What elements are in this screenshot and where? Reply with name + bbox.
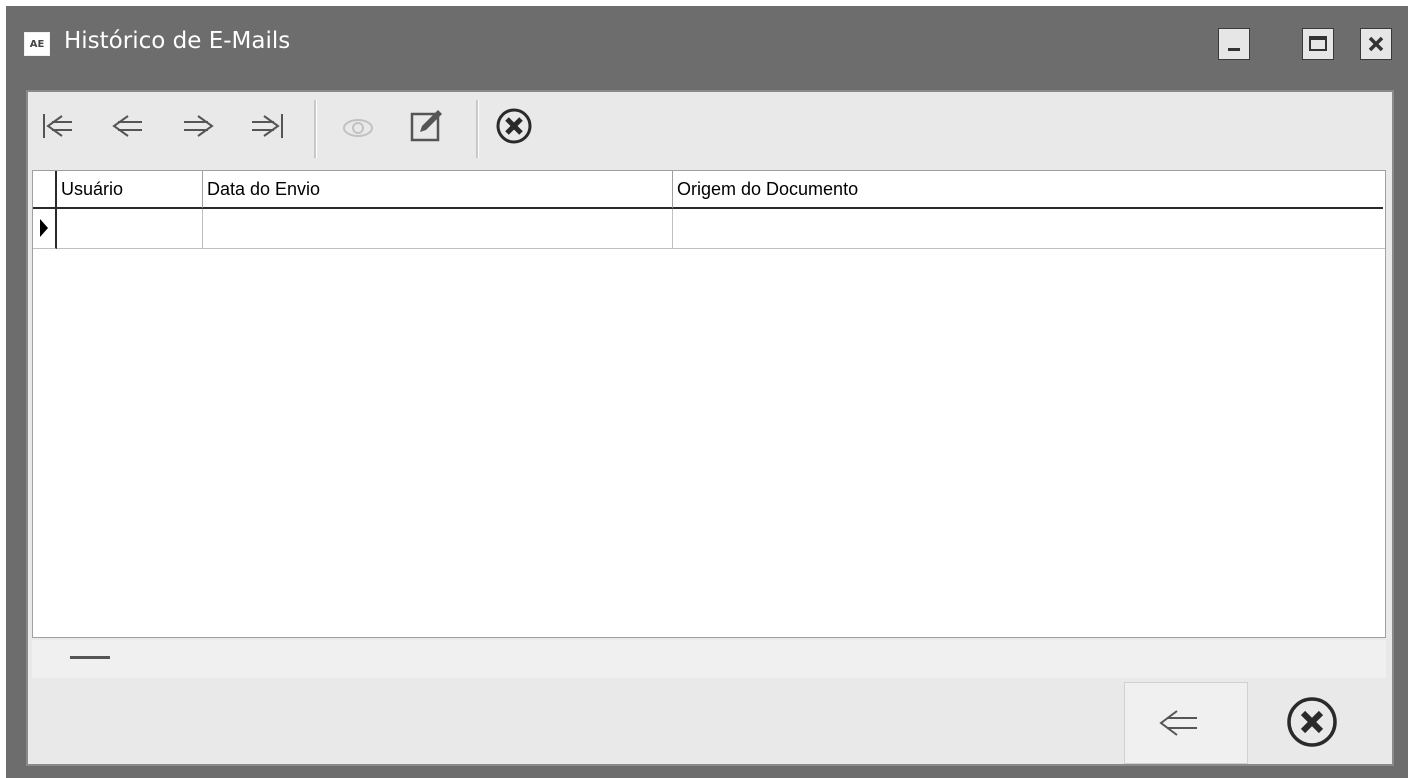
title-bar[interactable]: AE Histórico de E-Mails — [6, 6, 1408, 78]
first-arrow-icon — [43, 114, 72, 138]
column-header-data-envio[interactable]: Data do Envio — [203, 171, 673, 209]
toolbar — [28, 92, 1392, 168]
email-history-grid[interactable]: Usuário Data do Envio Origem do Document… — [32, 170, 1386, 638]
column-header-usuario[interactable]: Usuário — [57, 171, 203, 209]
eye-icon — [343, 119, 373, 137]
next-record-button[interactable] — [178, 106, 218, 146]
edit-button[interactable] — [406, 106, 446, 146]
maximize-button[interactable] — [1302, 28, 1334, 60]
bottom-bar — [28, 682, 1392, 764]
table-cell-data-envio[interactable] — [203, 209, 673, 249]
column-header-origem[interactable]: Origem do Documento — [673, 171, 1383, 209]
close-button[interactable] — [1250, 682, 1374, 764]
close-window-button[interactable] — [1360, 28, 1392, 60]
view-button[interactable] — [338, 106, 378, 146]
window-title: Histórico de E-Mails — [64, 28, 291, 54]
maximize-icon — [1309, 36, 1327, 51]
edit-icon — [410, 110, 442, 142]
current-row-arrow-icon — [40, 219, 48, 237]
last-record-button[interactable] — [248, 106, 288, 146]
back-arrow-icon — [1159, 710, 1197, 736]
previous-record-button[interactable] — [108, 106, 148, 146]
cancel-toolbar-button[interactable] — [494, 106, 534, 146]
minimize-button[interactable] — [1218, 28, 1250, 60]
table-cell-origem[interactable] — [673, 209, 1385, 249]
window: AE Histórico de E-Mails Usuário Data do … — [6, 6, 1408, 778]
row-indicator-header — [33, 171, 57, 209]
app-icon: AE — [24, 32, 50, 56]
row-indicator[interactable] — [33, 209, 57, 249]
left-arrow-icon — [112, 115, 142, 137]
client-area: Usuário Data do Envio Origem do Document… — [26, 90, 1394, 766]
close-icon — [1368, 36, 1384, 52]
cancel-x-icon — [496, 108, 532, 144]
minimize-icon — [1228, 48, 1240, 51]
minus-icon — [70, 656, 110, 659]
cancel-x-icon — [1287, 697, 1337, 747]
last-arrow-icon — [252, 114, 283, 138]
toolbar-separator — [314, 100, 317, 158]
right-arrow-icon — [184, 115, 214, 137]
grid-footer — [32, 640, 1386, 678]
toolbar-separator — [476, 100, 479, 158]
first-record-button[interactable] — [38, 106, 78, 146]
back-button[interactable] — [1124, 682, 1248, 764]
table-cell-usuario[interactable] — [57, 209, 203, 249]
